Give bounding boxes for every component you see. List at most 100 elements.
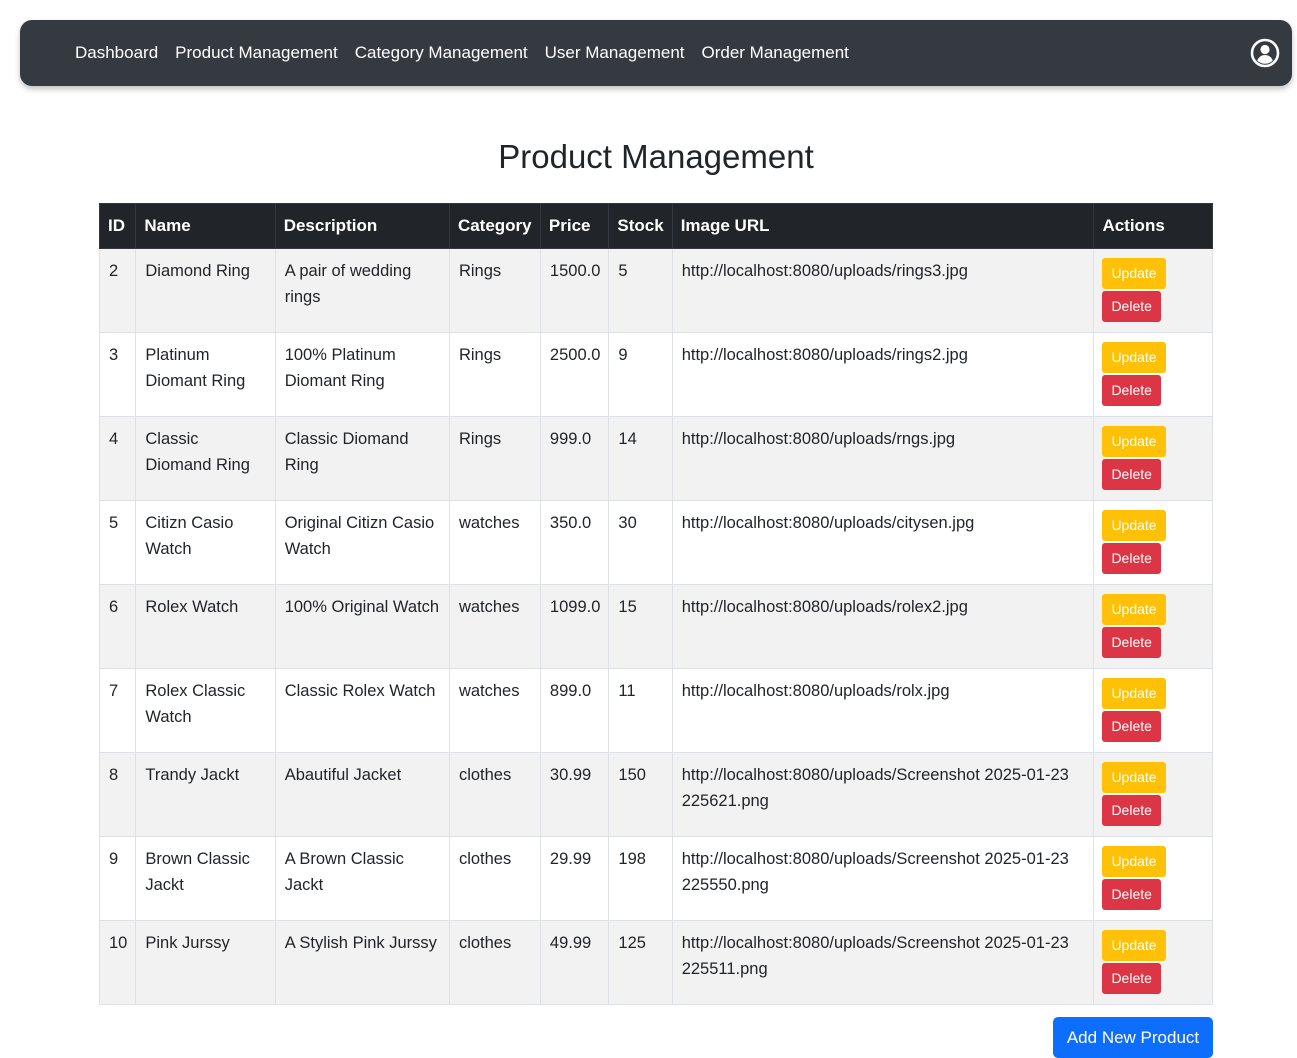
cell-price: 2500.0 — [539, 332, 610, 417]
table-row: 10 Pink Jurssy A Stylish Pink Jurssy clo… — [98, 920, 1213, 1005]
delete-button[interactable]: Delete — [1102, 543, 1161, 574]
cell-actions: Update Delete — [1093, 920, 1213, 1005]
cell-image-url: http://localhost:8080/uploads/rngs.jpg — [671, 416, 1095, 501]
header-price: Price — [539, 203, 610, 249]
products-table: ID Name Description Category Price Stock… — [98, 203, 1213, 1005]
cell-actions: Update Delete — [1093, 416, 1213, 501]
cell-stock: 150 — [608, 752, 673, 837]
cell-description: Original Citizn Casio Watch — [274, 500, 450, 585]
cell-stock: 11 — [608, 668, 673, 753]
cell-name: Rolex Classic Watch — [135, 668, 276, 753]
header-image-url: Image URL — [671, 203, 1095, 249]
cell-actions: Update Delete — [1093, 752, 1213, 837]
cell-actions: Update Delete — [1093, 668, 1213, 753]
delete-button[interactable]: Delete — [1102, 375, 1161, 406]
delete-button[interactable]: Delete — [1102, 291, 1161, 322]
cell-name: Trandy Jackt — [135, 752, 276, 837]
header-actions: Actions — [1093, 203, 1213, 249]
cell-category: watches — [448, 500, 541, 585]
cell-id: 9 — [98, 836, 137, 921]
table-row: 4 Classic Diomand Ring Classic Diomand R… — [98, 416, 1213, 501]
cell-description: 100% Original Watch — [274, 584, 450, 669]
cell-image-url: http://localhost:8080/uploads/Screenshot… — [671, 920, 1095, 1005]
update-button[interactable]: Update — [1102, 426, 1166, 457]
cell-description: 100% Platinum Diomant Ring — [274, 332, 450, 417]
cell-id: 6 — [98, 584, 137, 669]
update-button[interactable]: Update — [1102, 678, 1166, 709]
cell-category: watches — [448, 584, 541, 669]
update-button[interactable]: Update — [1102, 594, 1166, 625]
cell-id: 8 — [98, 752, 137, 837]
cell-actions: Update Delete — [1093, 500, 1213, 585]
cell-description: A Stylish Pink Jurssy — [274, 920, 450, 1005]
header-stock: Stock — [608, 203, 673, 249]
header-name: Name — [135, 203, 276, 249]
cell-stock: 15 — [608, 584, 673, 669]
cell-actions: Update Delete — [1093, 248, 1213, 333]
header-id: ID — [98, 203, 137, 249]
delete-button[interactable]: Delete — [1102, 459, 1161, 490]
cell-price: 29.99 — [539, 836, 610, 921]
update-button[interactable]: Update — [1102, 930, 1166, 961]
cell-price: 999.0 — [539, 416, 610, 501]
cell-image-url: http://localhost:8080/uploads/rolex2.jpg — [671, 584, 1095, 669]
user-circle-icon[interactable] — [1250, 38, 1280, 68]
cell-category: clothes — [448, 836, 541, 921]
cell-price: 1500.0 — [539, 248, 610, 333]
cell-actions: Update Delete — [1093, 584, 1213, 669]
cell-actions: Update Delete — [1093, 332, 1213, 417]
nav-links: Dashboard Product Management Category Ma… — [75, 20, 866, 86]
cell-name: Citizn Casio Watch — [135, 500, 276, 585]
nav-link-dashboard[interactable]: Dashboard — [75, 43, 158, 63]
cell-description: A Brown Classic Jackt — [274, 836, 450, 921]
cell-name: Rolex Watch — [135, 584, 276, 669]
cell-name: Classic Diomand Ring — [135, 416, 276, 501]
update-button[interactable]: Update — [1102, 342, 1166, 373]
delete-button[interactable]: Delete — [1102, 879, 1161, 910]
cell-stock: 125 — [608, 920, 673, 1005]
cell-category: Rings — [448, 248, 541, 333]
delete-button[interactable]: Delete — [1102, 795, 1161, 826]
cell-id: 10 — [98, 920, 137, 1005]
cell-category: clothes — [448, 752, 541, 837]
cell-description: Abautiful Jacket — [274, 752, 450, 837]
cell-name: Pink Jurssy — [135, 920, 276, 1005]
cell-price: 899.0 — [539, 668, 610, 753]
add-new-product-button[interactable]: Add New Product — [1053, 1017, 1213, 1058]
nav-link-user-management[interactable]: User Management — [545, 43, 685, 63]
cell-image-url: http://localhost:8080/uploads/rings3.jpg — [671, 248, 1095, 333]
update-button[interactable]: Update — [1102, 510, 1166, 541]
top-navbar: Dashboard Product Management Category Ma… — [20, 20, 1292, 86]
update-button[interactable]: Update — [1102, 258, 1166, 289]
delete-button[interactable]: Delete — [1102, 711, 1161, 742]
cell-image-url: http://localhost:8080/uploads/rings2.jpg — [671, 332, 1095, 417]
header-description: Description — [274, 203, 450, 249]
table-row: 7 Rolex Classic Watch Classic Rolex Watc… — [98, 668, 1213, 753]
cell-image-url: http://localhost:8080/uploads/rolx.jpg — [671, 668, 1095, 753]
cell-description: A pair of wedding rings — [274, 248, 450, 333]
cell-id: 7 — [98, 668, 137, 753]
table-row: 5 Citizn Casio Watch Original Citizn Cas… — [98, 500, 1213, 585]
nav-link-order-management[interactable]: Order Management — [702, 43, 849, 63]
delete-button[interactable]: Delete — [1102, 963, 1161, 994]
nav-link-category-management[interactable]: Category Management — [355, 43, 528, 63]
cell-image-url: http://localhost:8080/uploads/Screenshot… — [671, 836, 1095, 921]
delete-button[interactable]: Delete — [1102, 627, 1161, 658]
cell-actions: Update Delete — [1093, 836, 1213, 921]
cell-category: clothes — [448, 920, 541, 1005]
cell-id: 3 — [98, 332, 137, 417]
cell-name: Diamond Ring — [135, 248, 276, 333]
cell-id: 5 — [98, 500, 137, 585]
table-row: 6 Rolex Watch 100% Original Watch watche… — [98, 584, 1213, 669]
update-button[interactable]: Update — [1102, 846, 1166, 877]
cell-price: 49.99 — [539, 920, 610, 1005]
table-header-row: ID Name Description Category Price Stock… — [98, 203, 1213, 249]
cell-stock: 198 — [608, 836, 673, 921]
nav-link-product-management[interactable]: Product Management — [175, 43, 338, 63]
cell-category: Rings — [448, 332, 541, 417]
update-button[interactable]: Update — [1102, 762, 1166, 793]
table-row: 8 Trandy Jackt Abautiful Jacket clothes … — [98, 752, 1213, 837]
cell-stock: 30 — [608, 500, 673, 585]
cell-stock: 9 — [608, 332, 673, 417]
cell-image-url: http://localhost:8080/uploads/citysen.jp… — [671, 500, 1095, 585]
